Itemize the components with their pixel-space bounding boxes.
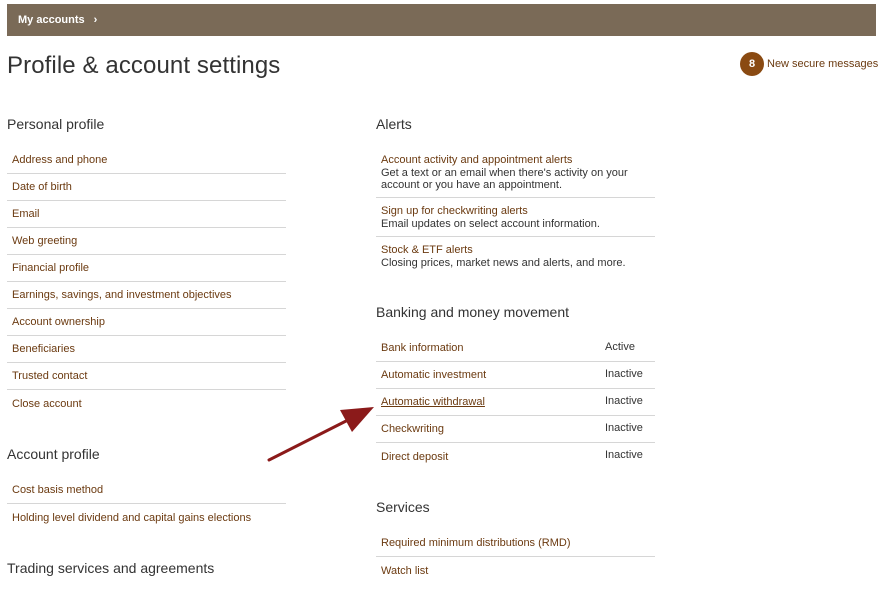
message-count-badge: 8 <box>740 52 764 76</box>
list-item[interactable]: Direct deposit Inactive <box>376 443 655 470</box>
close-account-link[interactable]: Close account <box>12 398 82 410</box>
section-title-account-profile: Account profile <box>7 446 100 462</box>
account-activity-alerts-link[interactable]: Account activity and appointment alerts <box>381 154 572 167</box>
list-item[interactable]: Automatic withdrawal Inactive <box>376 389 655 416</box>
address-and-phone-link[interactable]: Address and phone <box>12 154 107 166</box>
personal-profile-list: Address and phone Date of birth Email We… <box>7 147 286 417</box>
list-item[interactable]: Watch list <box>376 557 655 584</box>
list-item[interactable]: Trusted contact <box>7 363 286 390</box>
status-text: Inactive <box>605 368 643 380</box>
list-item[interactable]: Account ownership <box>7 309 286 336</box>
email-link[interactable]: Email <box>12 208 40 220</box>
secure-messages-label[interactable]: New secure messages <box>767 58 878 70</box>
list-item[interactable]: Holding level dividend and capital gains… <box>7 504 286 531</box>
watch-list-link[interactable]: Watch list <box>381 565 428 577</box>
section-title-trading-services: Trading services and agreements <box>7 560 215 576</box>
section-title-personal-profile: Personal profile <box>7 116 105 132</box>
earnings-objectives-link[interactable]: Earnings, savings, and investment object… <box>12 289 232 301</box>
list-item[interactable]: Email <box>7 201 286 228</box>
trusted-contact-link[interactable]: Trusted contact <box>12 370 87 382</box>
list-item[interactable]: Close account <box>7 390 286 417</box>
status-text: Inactive <box>605 449 643 461</box>
direct-deposit-link[interactable]: Direct deposit <box>381 451 448 463</box>
list-item[interactable]: Automatic investment Inactive <box>376 362 655 389</box>
list-item[interactable]: Web greeting <box>7 228 286 255</box>
beneficiaries-link[interactable]: Beneficiaries <box>12 343 75 355</box>
list-item[interactable]: Beneficiaries <box>7 336 286 363</box>
section-title-banking: Banking and money movement <box>376 304 569 320</box>
secure-messages-link[interactable]: 8 New secure messages <box>740 52 878 76</box>
services-list: Required minimum distributions (RMD) Wat… <box>376 530 655 584</box>
alert-description: Get a text or an email when there's acti… <box>381 167 628 191</box>
automatic-withdrawal-link[interactable]: Automatic withdrawal <box>381 396 485 408</box>
financial-profile-link[interactable]: Financial profile <box>12 262 89 274</box>
cost-basis-method-link[interactable]: Cost basis method <box>12 484 103 496</box>
section-title-alerts: Alerts <box>376 116 412 132</box>
list-item[interactable]: Sign up for checkwriting alerts Email up… <box>376 198 655 237</box>
chevron-right-icon: › <box>93 14 98 26</box>
account-profile-list: Cost basis method Holding level dividend… <box>7 477 286 531</box>
checkwriting-link[interactable]: Checkwriting <box>381 423 444 435</box>
list-item[interactable]: Address and phone <box>7 147 286 174</box>
bank-information-link[interactable]: Bank information <box>381 342 464 354</box>
account-ownership-link[interactable]: Account ownership <box>12 316 105 328</box>
date-of-birth-link[interactable]: Date of birth <box>12 181 72 193</box>
list-item[interactable]: Date of birth <box>7 174 286 201</box>
annotation-arrow-icon <box>267 407 374 462</box>
list-item[interactable]: Bank information Active <box>376 335 655 362</box>
banking-list: Bank information Active Automatic invest… <box>376 335 655 470</box>
checkwriting-alerts-link[interactable]: Sign up for checkwriting alerts <box>381 205 528 218</box>
list-item[interactable]: Cost basis method <box>7 477 286 504</box>
stock-etf-alerts-link[interactable]: Stock & ETF alerts <box>381 244 473 257</box>
status-text: Active <box>605 341 635 353</box>
list-item[interactable]: Financial profile <box>7 255 286 282</box>
list-item[interactable]: Account activity and appointment alerts … <box>376 154 655 198</box>
web-greeting-link[interactable]: Web greeting <box>12 235 77 247</box>
alerts-list: Account activity and appointment alerts … <box>376 154 655 273</box>
list-item[interactable]: Stock & ETF alerts Closing prices, marke… <box>376 237 655 273</box>
status-text: Inactive <box>605 395 643 407</box>
rmd-link[interactable]: Required minimum distributions (RMD) <box>381 537 571 549</box>
list-item[interactable]: Required minimum distributions (RMD) <box>376 530 655 557</box>
breadcrumb-my-accounts[interactable]: My accounts <box>18 14 85 26</box>
alert-description: Closing prices, market news and alerts, … <box>381 257 626 269</box>
list-item[interactable]: Earnings, savings, and investment object… <box>7 282 286 309</box>
alert-description: Email updates on select account informat… <box>381 218 600 230</box>
automatic-investment-link[interactable]: Automatic investment <box>381 369 486 381</box>
list-item[interactable]: Checkwriting Inactive <box>376 416 655 443</box>
top-nav-bar: My accounts › <box>7 4 876 36</box>
status-text: Inactive <box>605 422 643 434</box>
section-title-services: Services <box>376 499 430 515</box>
dividend-elections-link[interactable]: Holding level dividend and capital gains… <box>12 512 251 524</box>
page-title: Profile & account settings <box>7 52 281 79</box>
